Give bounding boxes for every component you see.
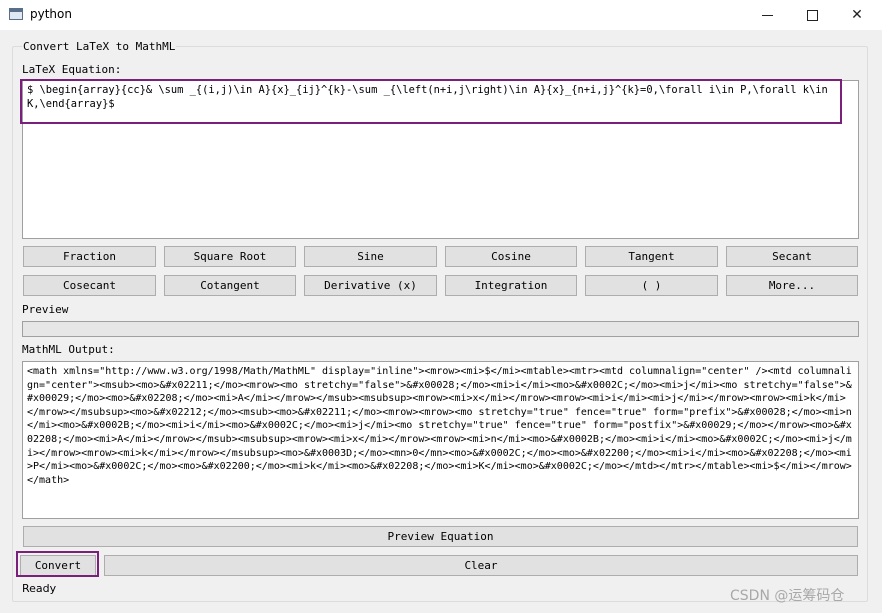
minimize-button[interactable] <box>744 0 790 30</box>
close-icon: ✕ <box>851 7 863 23</box>
secant-button[interactable]: Secant <box>726 246 858 267</box>
status-text: Ready <box>22 582 57 595</box>
cosine-button[interactable]: Cosine <box>445 246 577 267</box>
fraction-button[interactable]: Fraction <box>23 246 156 267</box>
close-button[interactable]: ✕ <box>834 0 880 30</box>
minimize-icon <box>761 14 773 16</box>
sine-button[interactable]: Sine <box>304 246 437 267</box>
cotangent-button[interactable]: Cotangent <box>164 275 296 296</box>
tangent-button[interactable]: Tangent <box>585 246 718 267</box>
cosecant-button[interactable]: Cosecant <box>23 275 156 296</box>
latex-highlight-box <box>20 79 842 124</box>
app-icon <box>9 8 23 20</box>
derivative-button[interactable]: Derivative (x) <box>304 275 437 296</box>
clear-button[interactable]: Clear <box>104 555 858 576</box>
title-bar: python ✕ <box>0 0 882 30</box>
mathml-label: MathML Output: <box>22 343 115 356</box>
parentheses-button[interactable]: ( ) <box>585 275 718 296</box>
convert-highlight-box <box>16 551 99 577</box>
window-title: python <box>30 7 72 21</box>
maximize-button[interactable] <box>789 0 835 30</box>
more-button[interactable]: More... <box>726 275 858 296</box>
preview-equation-button[interactable]: Preview Equation <box>23 526 858 547</box>
maximize-icon <box>806 9 818 21</box>
preview-label: Preview <box>22 303 69 316</box>
watermark: CSDN @运筹码仓 <box>730 588 845 604</box>
integration-button[interactable]: Integration <box>445 275 577 296</box>
mathml-output[interactable]: <math xmlns="http://www.w3.org/1998/Math… <box>22 361 859 519</box>
square-root-button[interactable]: Square Root <box>164 246 296 267</box>
preview-area <box>22 321 859 337</box>
latex-label: LaTeX Equation: <box>22 63 122 76</box>
group-title: Convert LaTeX to MathML <box>22 40 177 53</box>
